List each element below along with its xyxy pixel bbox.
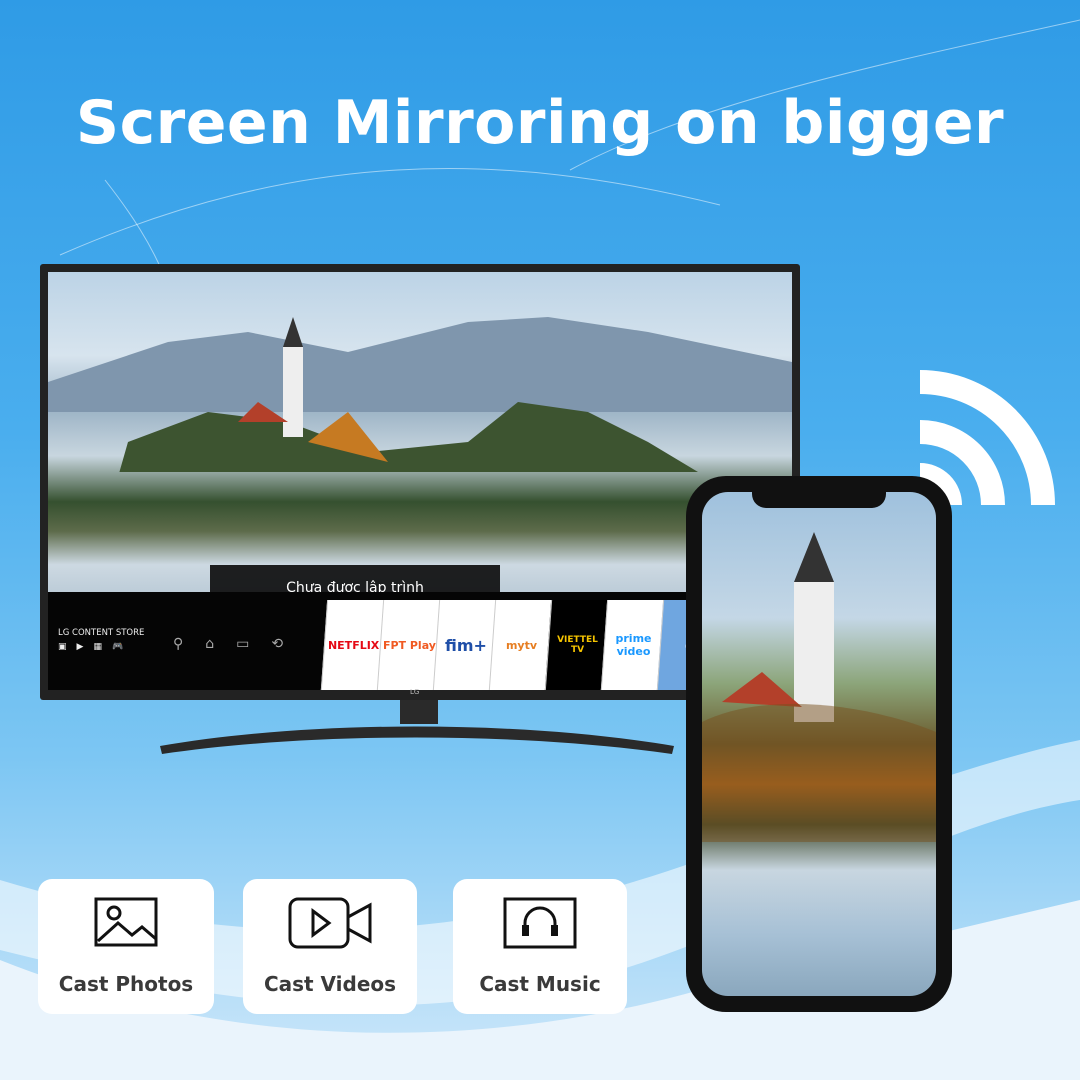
search-icon[interactable]: ⚲ xyxy=(173,636,183,652)
headline: Screen Mirroring on bigger xyxy=(75,88,1005,158)
headphones-icon xyxy=(503,897,577,949)
image-icon xyxy=(94,897,158,947)
phone-screen xyxy=(702,492,936,996)
home-icon[interactable]: ⌂ xyxy=(205,636,214,652)
tv-brand-logo: LG xyxy=(410,688,420,696)
cast-music-label: Cast Music xyxy=(479,972,601,996)
app-tile-viettel-tv[interactable]: VIETTEL TV xyxy=(544,600,610,690)
gamepad-icon: 🎮 xyxy=(111,642,124,652)
phone-notch xyxy=(752,486,886,508)
tv-screen: Chưa được lập trình LG CONTENT STORE ▣ ▶ ▦… xyxy=(48,272,792,690)
movie-icon: ▣ xyxy=(58,642,67,652)
tv-stand-base xyxy=(160,726,674,754)
video-camera-icon xyxy=(288,897,372,949)
content-store-label: LG CONTENT STORE xyxy=(58,628,145,638)
lg-content-store[interactable]: LG CONTENT STORE ▣ ▶ ▦ 🎮 xyxy=(58,628,144,652)
app-tile-fpt-play[interactable]: FPT Play xyxy=(376,600,442,690)
cast-music-button[interactable]: Cast Music xyxy=(453,879,627,1014)
cast-photos-label: Cast Photos xyxy=(58,972,194,996)
app-tile-fim[interactable]: fim+ xyxy=(432,600,498,690)
apps-icon: ▦ xyxy=(93,642,102,652)
cast-videos-button[interactable]: Cast Videos xyxy=(243,879,417,1014)
phone-landscape-image xyxy=(702,532,936,842)
smartphone xyxy=(686,476,952,1012)
play-icon: ▶ xyxy=(76,642,84,652)
app-tile-prime-video[interactable]: prime video xyxy=(600,600,666,690)
launcher-bar: LG CONTENT STORE ▣ ▶ ▦ 🎮 ⚲ ⌂ ▭ ⟲ NETFLIX FP… xyxy=(48,592,792,690)
app-tile-netflix[interactable]: NETFLIX xyxy=(320,600,386,690)
landscape-image xyxy=(48,317,792,472)
history-icon[interactable]: ⟲ xyxy=(271,636,283,652)
app-tile-mytv[interactable]: mytv xyxy=(488,600,554,690)
cast-videos-label: Cast Videos xyxy=(263,972,397,996)
tv-icon[interactable]: ▭ xyxy=(236,636,249,652)
cast-photos-button[interactable]: Cast Photos xyxy=(38,879,214,1014)
